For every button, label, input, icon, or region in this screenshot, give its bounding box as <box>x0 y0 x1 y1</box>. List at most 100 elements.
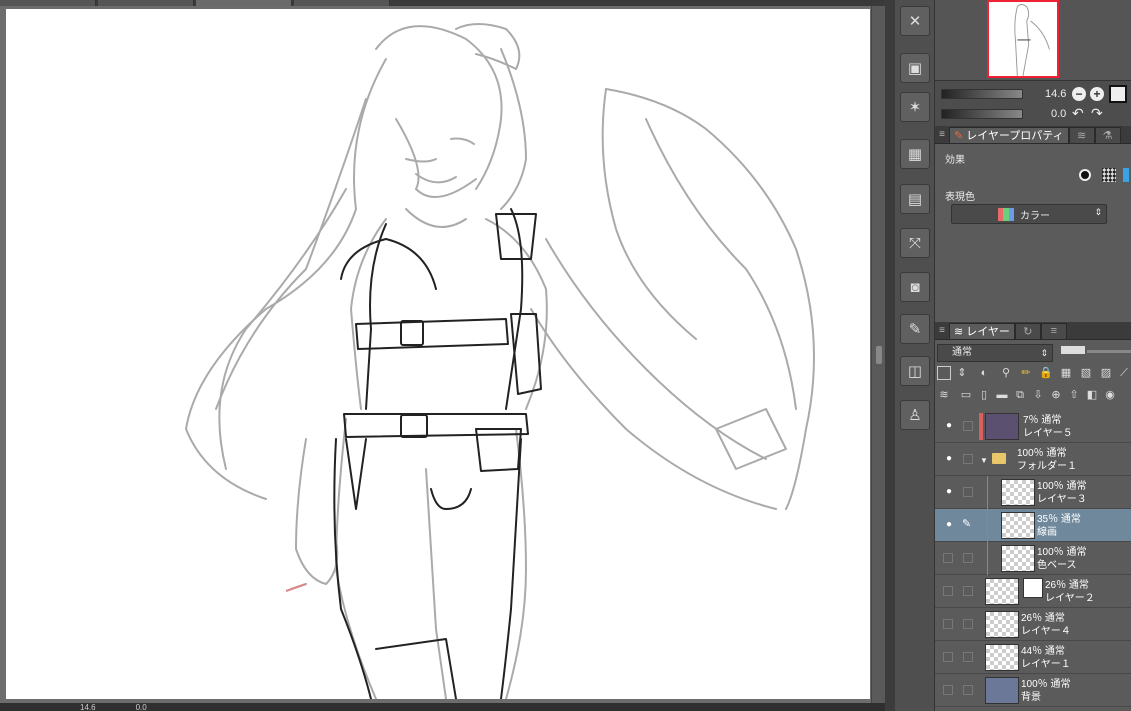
expression-color-select[interactable]: カラー ⇕ <box>951 204 1107 224</box>
visibility-checkbox[interactable] <box>943 652 953 662</box>
layer-row[interactable]: ● 7％ 通常 レイヤー５ <box>935 410 1131 443</box>
rotation-slider[interactable] <box>941 109 1023 119</box>
tab-tool-property[interactable]: ≋ <box>1068 126 1095 143</box>
rotate-right-icon[interactable]: ↷ <box>1091 105 1103 122</box>
lock-checkbox[interactable] <box>963 619 973 629</box>
blend-mode-select[interactable]: 通常 ⇕ <box>937 344 1053 362</box>
expression-color-value: カラー <box>1020 210 1050 222</box>
camera-icon[interactable]: ◙ <box>900 272 930 302</box>
lock-checkbox[interactable] <box>963 586 973 596</box>
layers-icon: ≋ <box>954 325 964 338</box>
3d-object-icon[interactable]: ◫ <box>900 356 930 386</box>
tab-layer[interactable]: ≋ レイヤー <box>949 322 1015 339</box>
transparency-lock-icon[interactable]: ▦ <box>1059 366 1073 380</box>
new-raster-layer-icon[interactable]: ▭ <box>959 388 973 402</box>
color-effect-icon[interactable] <box>1121 166 1131 184</box>
layer-row[interactable]: 26％ 通常 レイヤー２ <box>935 575 1131 608</box>
status-rotation-value[interactable]: 0.0 <box>136 703 147 711</box>
folder-indent <box>987 542 988 575</box>
expression-color-label: 表現色 <box>945 192 975 203</box>
tone-effect-icon[interactable] <box>1099 166 1119 184</box>
drawing-canvas[interactable] <box>6 9 870 699</box>
layer-name: レイヤー５ <box>1023 428 1073 439</box>
layer-name: レイヤー３ <box>1037 494 1087 505</box>
canvas-vertical-scrollbar[interactable] <box>871 6 885 703</box>
layer-color-icon[interactable] <box>937 366 951 380</box>
navigator-thumbnail[interactable] <box>987 0 1059 78</box>
layer-property-icon[interactable]: ▣ <box>900 53 930 83</box>
layer-mask-thumbnail[interactable] <box>1023 578 1043 598</box>
tab-history[interactable]: ↻ <box>1014 322 1041 339</box>
layer-name: 線画 <box>1037 527 1057 538</box>
panel-menu-icon[interactable]: ≡ <box>935 325 949 336</box>
layer-thumbnail <box>1001 545 1035 572</box>
layer-row[interactable]: 26％ 通常 レイヤー４ <box>935 608 1131 641</box>
material-icon[interactable]: ✕ <box>900 6 930 36</box>
layer-row[interactable]: ● ▼ 100％ 通常 フォルダー１ <box>935 443 1131 476</box>
zoom-out-icon[interactable]: − <box>1072 87 1086 101</box>
lock-checkbox[interactable] <box>963 652 973 662</box>
layer-row-selected[interactable]: ● ✎ 35％ 通常 線画 <box>935 509 1131 542</box>
tool-settings-icon[interactable]: ✶ <box>900 92 930 122</box>
transform-icon[interactable]: ⤧ <box>900 228 930 258</box>
layer-list-icon[interactable]: ▤ <box>900 184 930 214</box>
layer-property-tabbar: ≡ ✎ レイヤープロパティ ≋ ⚗ <box>935 126 1131 144</box>
merge-selected-icon[interactable]: ⊕ <box>1049 388 1063 402</box>
visibility-checkbox[interactable] <box>943 619 953 629</box>
lock-checkbox[interactable] <box>963 454 973 464</box>
add-mask-icon[interactable]: ◧ <box>1085 388 1099 402</box>
lock-icon[interactable]: 🔒 <box>1039 366 1053 380</box>
folder-expand-icon[interactable]: ▼ <box>980 456 988 465</box>
layer-row[interactable]: 100％ 通常 背景 <box>935 674 1131 707</box>
tab-layer-property[interactable]: ✎ レイヤープロパティ <box>949 126 1069 143</box>
eye-icon[interactable]: ● <box>943 454 955 464</box>
scrollbar-thumb[interactable] <box>876 346 882 364</box>
eye-icon[interactable]: ● <box>943 421 955 431</box>
layer-row[interactable]: ● 100％ 通常 レイヤー３ <box>935 476 1131 509</box>
tab-sub-tool[interactable]: ⚗ <box>1094 126 1121 143</box>
layer-stack-icon[interactable]: ≋ <box>937 388 951 402</box>
new-folder-icon[interactable]: ▬ <box>995 388 1009 402</box>
tab-auto-action[interactable]: ≡ <box>1040 322 1067 339</box>
layer-thumbnail <box>1001 512 1035 539</box>
opacity-slider[interactable] <box>1087 350 1131 353</box>
checker-icon[interactable]: ▦ <box>900 139 930 169</box>
figure-icon[interactable]: ♙ <box>900 400 930 430</box>
mask-enable-icon[interactable]: ▧ <box>1079 366 1093 380</box>
visibility-checkbox[interactable] <box>943 586 953 596</box>
merge-down-icon[interactable]: ⇩ <box>1031 388 1045 402</box>
border-effect-icon[interactable] <box>1075 166 1095 184</box>
draft-icon[interactable]: ▨ <box>1099 366 1113 380</box>
reference-icon[interactable]: ⚲ <box>999 366 1013 380</box>
lock-checkbox[interactable] <box>963 685 973 695</box>
lock-checkbox[interactable] <box>963 487 973 497</box>
opacity-pattern-icon[interactable] <box>1061 346 1085 354</box>
apply-mask-icon[interactable]: ◉ <box>1103 388 1117 402</box>
clip-icon[interactable]: ◐ <box>977 366 991 380</box>
ruler-icon[interactable]: ⟋ <box>1117 366 1131 380</box>
delete-layer-icon[interactable]: ⇧ <box>1067 388 1081 402</box>
visibility-checkbox[interactable] <box>943 553 953 563</box>
panel-menu-icon[interactable]: ≡ <box>935 129 949 140</box>
fit-screen-icon[interactable] <box>1109 85 1127 103</box>
layer-thumbnail <box>1001 479 1035 506</box>
layer-row[interactable]: 44％ 通常 レイヤー１ <box>935 641 1131 674</box>
expand-icon[interactable]: ⇕ <box>955 366 969 380</box>
updown-arrow-icon: ⇕ <box>1094 207 1102 217</box>
eye-icon[interactable]: ● <box>943 487 955 497</box>
flask-icon: ⚗ <box>1102 129 1113 142</box>
copy-layer-icon[interactable]: ⧉ <box>1013 388 1027 402</box>
pen-icon[interactable]: ✎ <box>900 314 930 344</box>
new-vector-layer-icon[interactable]: ▯ <box>977 388 991 402</box>
folder-icon <box>992 453 1006 464</box>
layer-row[interactable]: 100％ 通常 色ベース <box>935 542 1131 575</box>
pencil-lock-icon[interactable]: ✏ <box>1019 366 1033 380</box>
rotate-left-icon[interactable]: ↶ <box>1072 105 1084 122</box>
visibility-checkbox[interactable] <box>943 685 953 695</box>
lock-checkbox[interactable] <box>963 553 973 563</box>
status-zoom-value[interactable]: 14.6 <box>80 703 96 711</box>
lock-checkbox[interactable] <box>963 421 973 431</box>
eye-icon[interactable]: ● <box>943 520 955 530</box>
zoom-slider[interactable] <box>941 89 1023 99</box>
zoom-in-icon[interactable]: + <box>1090 87 1104 101</box>
